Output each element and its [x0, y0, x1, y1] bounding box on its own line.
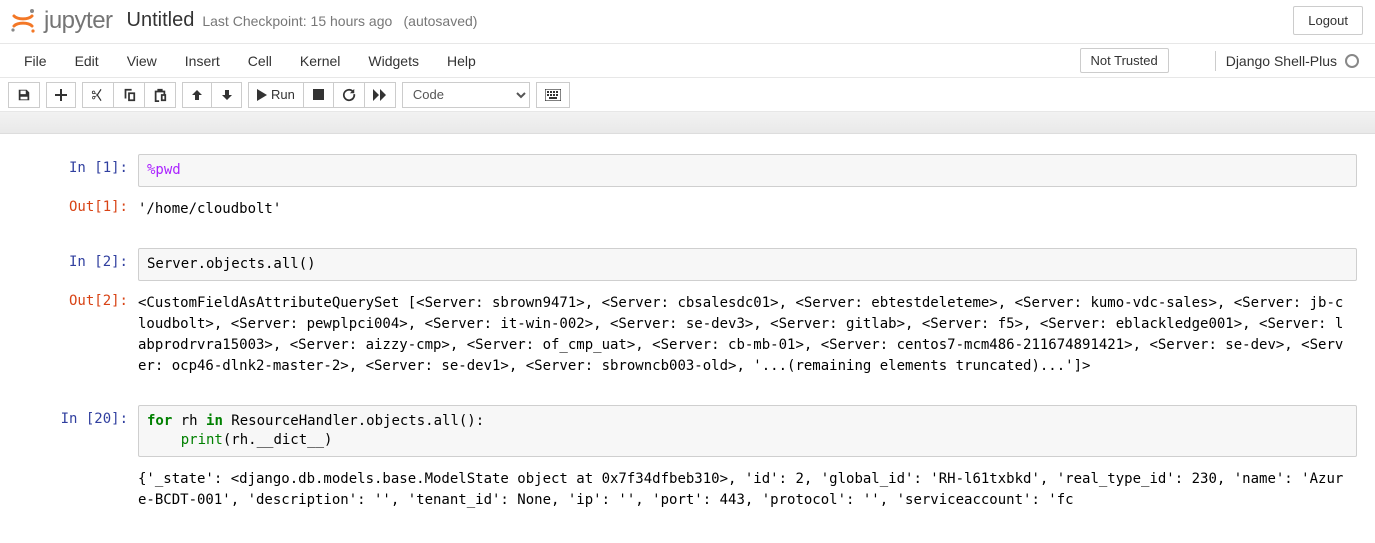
interrupt-button[interactable] — [304, 82, 334, 108]
jupyter-logo[interactable]: jupyter — [10, 7, 113, 35]
kernel-indicator-icon — [1345, 54, 1359, 68]
toolbar: Run Code — [0, 78, 1375, 112]
fast-forward-icon — [373, 89, 387, 101]
menu-file[interactable]: File — [10, 45, 61, 77]
restart-icon — [342, 88, 356, 102]
code-cell[interactable]: In [2]: Server.objects.all() Out[2]: <Cu… — [18, 248, 1357, 383]
toolbar-separator — [0, 112, 1375, 134]
input-prompt: In [20]: — [18, 405, 138, 433]
copy-icon — [122, 88, 136, 102]
play-icon — [257, 89, 267, 101]
logout-button[interactable]: Logout — [1293, 6, 1363, 35]
copy-button[interactable] — [114, 82, 145, 108]
cut-button[interactable] — [82, 82, 114, 108]
code-input[interactable]: Server.objects.all() — [138, 248, 1357, 281]
cell-type-select[interactable]: Code — [402, 82, 530, 108]
menu-help[interactable]: Help — [433, 45, 490, 77]
menu-bar: File Edit View Insert Cell Kernel Widget… — [0, 44, 1375, 78]
paste-button[interactable] — [145, 82, 176, 108]
menu-view[interactable]: View — [113, 45, 171, 77]
insert-cell-below-button[interactable] — [46, 82, 76, 108]
move-up-button[interactable] — [182, 82, 212, 108]
menu-kernel[interactable]: Kernel — [286, 45, 354, 77]
stop-icon — [313, 89, 324, 100]
menu-insert[interactable]: Insert — [171, 45, 234, 77]
input-prompt: In [2]: — [18, 248, 138, 276]
menu-cell[interactable]: Cell — [234, 45, 286, 77]
code-input[interactable]: for rh in ResourceHandler.objects.all():… — [138, 405, 1357, 457]
scissors-icon — [91, 88, 105, 102]
save-button[interactable] — [8, 82, 40, 108]
jupyter-logo-icon — [10, 8, 36, 34]
save-icon — [17, 88, 31, 102]
code-cell[interactable]: In [1]: %pwd Out[1]: '/home/cloudbolt' — [18, 154, 1357, 226]
paste-icon — [153, 88, 167, 102]
menu-edit[interactable]: Edit — [61, 45, 113, 77]
cell-output: {'_state': <django.db.models.base.ModelS… — [138, 463, 1357, 517]
cell-output: '/home/cloudbolt' — [138, 193, 1357, 226]
kernel-divider — [1215, 51, 1216, 71]
menu-widgets[interactable]: Widgets — [354, 45, 433, 77]
keyboard-icon — [545, 89, 561, 101]
output-prompt: Out[1]: — [18, 193, 138, 221]
notebook-container: In [1]: %pwd Out[1]: '/home/cloudbolt' I… — [0, 134, 1375, 517]
checkpoint-status: Last Checkpoint: 15 hours ago — [202, 13, 392, 29]
cell-output: <CustomFieldAsAttributeQuerySet [<Server… — [138, 287, 1357, 383]
arrow-up-icon — [191, 89, 203, 101]
code-cell[interactable]: In [20]: for rh in ResourceHandler.objec… — [18, 405, 1357, 517]
input-prompt: In [1]: — [18, 154, 138, 182]
restart-run-all-button[interactable] — [365, 82, 396, 108]
restart-button[interactable] — [334, 82, 365, 108]
move-down-button[interactable] — [212, 82, 242, 108]
kernel-name[interactable]: Django Shell-Plus — [1226, 53, 1337, 69]
plus-icon — [55, 89, 67, 101]
arrow-down-icon — [221, 89, 233, 101]
trust-indicator[interactable]: Not Trusted — [1080, 48, 1169, 73]
notebook-header: jupyter Untitled Last Checkpoint: 15 hou… — [0, 0, 1375, 44]
run-button[interactable]: Run — [248, 82, 304, 108]
code-input[interactable]: %pwd — [138, 154, 1357, 187]
autosave-status: (autosaved) — [404, 13, 478, 29]
run-button-label: Run — [271, 87, 295, 102]
output-prompt: Out[2]: — [18, 287, 138, 315]
command-palette-button[interactable] — [536, 82, 570, 108]
notebook-name[interactable]: Untitled — [127, 9, 195, 32]
jupyter-logo-text: jupyter — [44, 7, 113, 35]
output-prompt — [18, 463, 138, 475]
